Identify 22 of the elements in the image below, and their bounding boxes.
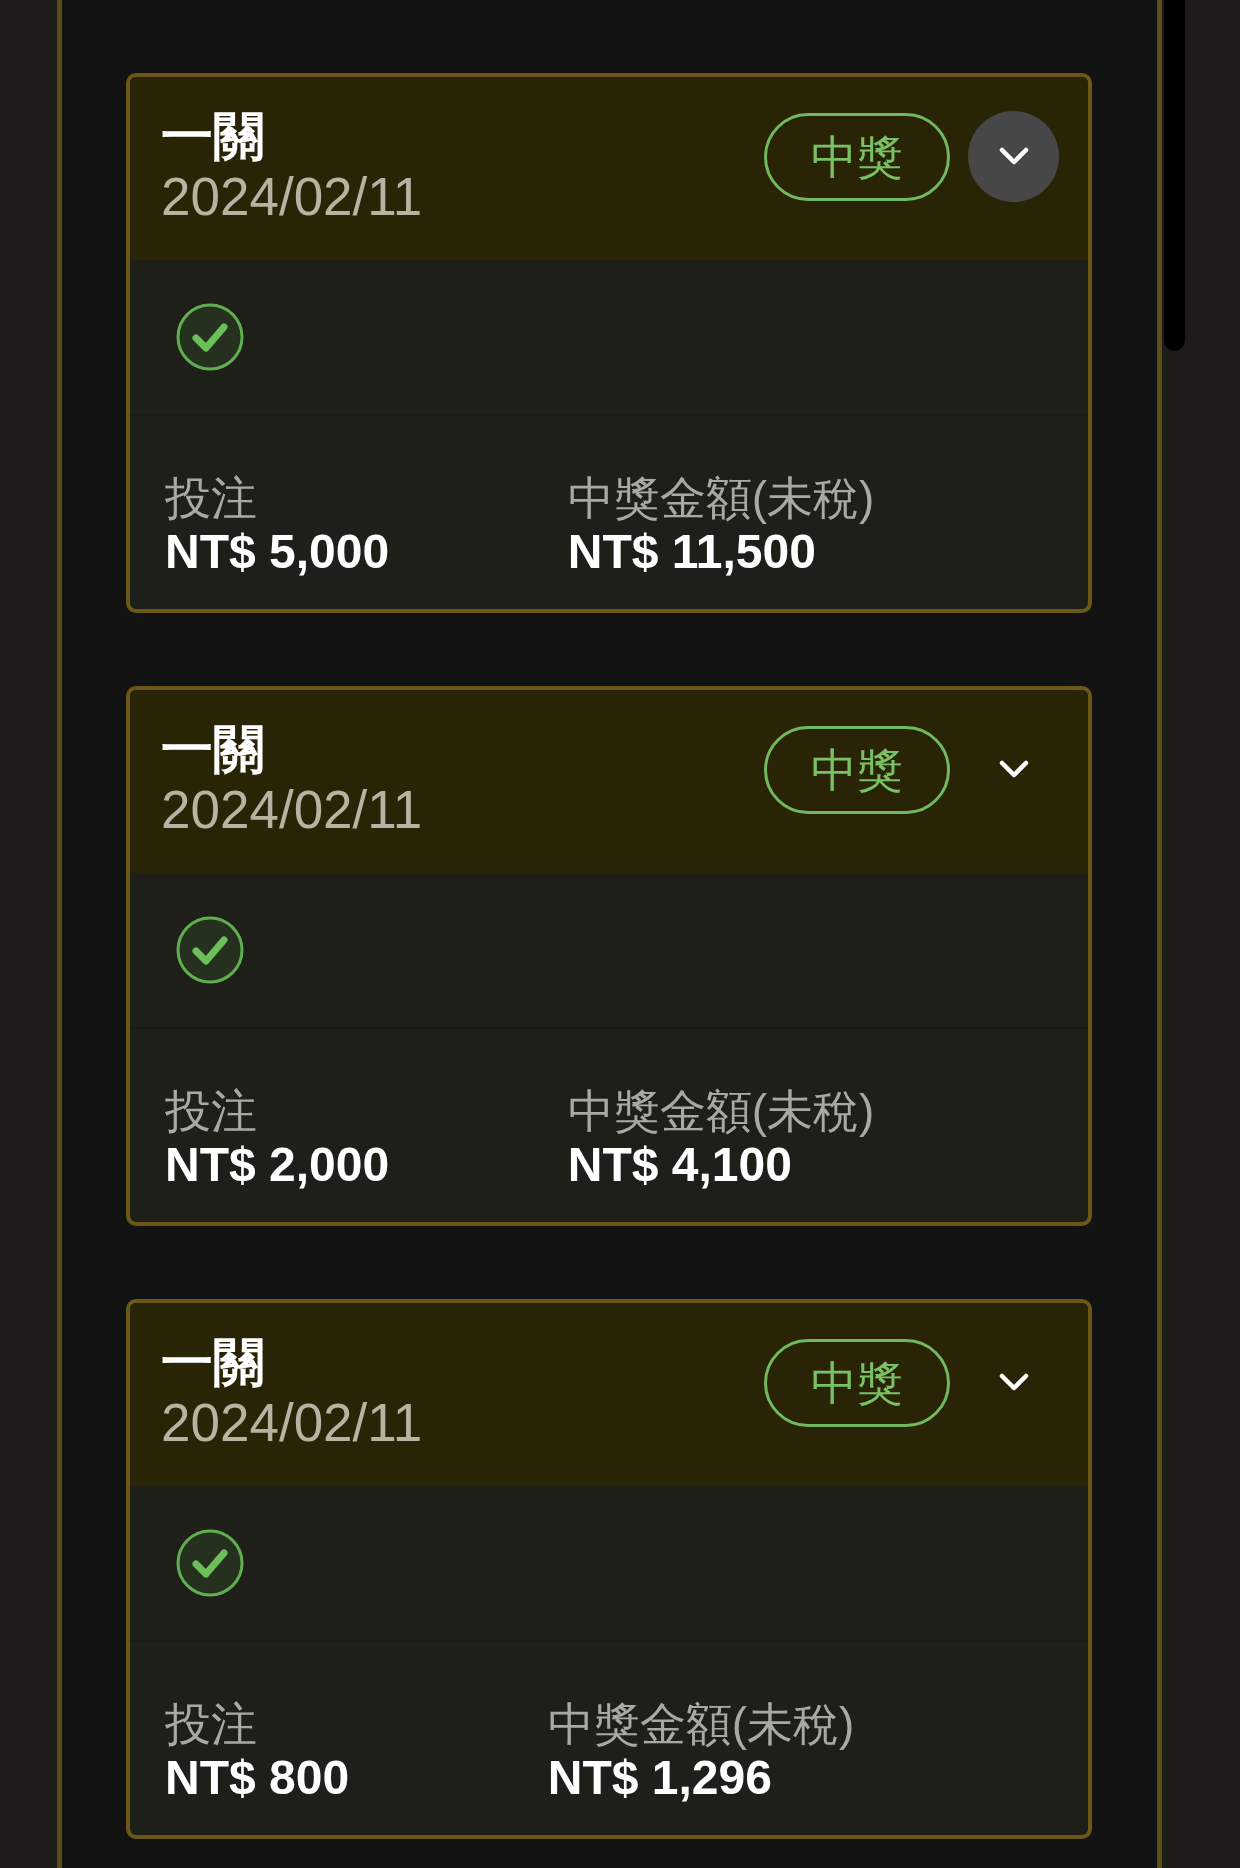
- card-title: 一關: [161, 1332, 266, 1393]
- scrollbar[interactable]: [1164, 0, 1185, 351]
- stake-label: 投注: [165, 472, 257, 524]
- payout-amount: NT$ 4,100: [567, 1137, 792, 1193]
- stake-amount: NT$ 5,000: [165, 524, 390, 580]
- card-title: 一關: [161, 719, 266, 780]
- payout-label: 中獎金額(未稅): [567, 472, 875, 524]
- bet-date: 2024/02/11: [161, 780, 423, 840]
- payout-label: 中獎金額(未稅): [567, 1085, 875, 1137]
- stake-amount: NT$ 2,000: [165, 1137, 390, 1193]
- win-badge: 中獎: [764, 1338, 950, 1427]
- payout-label: 中獎金額(未稅): [547, 1698, 855, 1750]
- stake-label: 投注: [165, 1698, 257, 1750]
- stake-amount: NT$ 800: [165, 1750, 350, 1806]
- bet-date: 2024/02/11: [161, 1393, 423, 1453]
- card-title: 一關: [161, 106, 266, 167]
- payout-amount: NT$ 11,500: [567, 524, 816, 580]
- win-badge: 中獎: [764, 725, 950, 814]
- bet-date: 2024/02/11: [161, 167, 423, 227]
- win-badge: 中獎: [764, 112, 950, 201]
- stake-label: 投注: [165, 1085, 257, 1137]
- payout-amount: NT$ 1,296: [547, 1750, 772, 1806]
